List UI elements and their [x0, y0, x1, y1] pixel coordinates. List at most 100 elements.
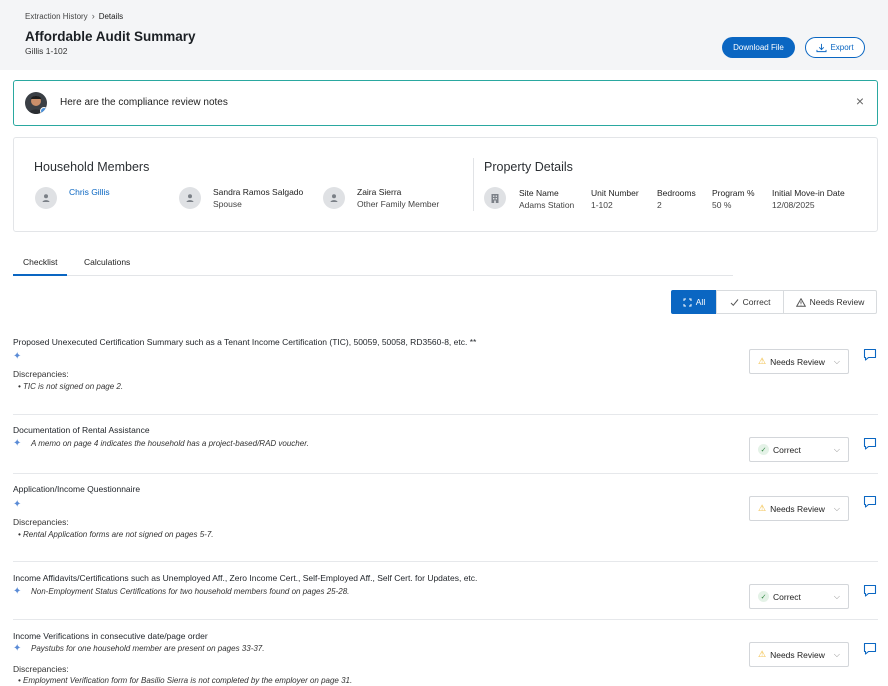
item-divider: [13, 619, 878, 620]
member-name: Sandra Ramos Salgado: [213, 187, 304, 197]
discrepancies-label: Discrepancies:: [13, 517, 69, 527]
warning-icon: ⚠: [758, 503, 767, 513]
member-role: Spouse: [213, 199, 242, 209]
comment-icon[interactable]: [863, 495, 877, 509]
comment-icon[interactable]: [863, 348, 877, 362]
checklist-item-title: Application/Income Questionnaire: [13, 484, 141, 494]
filter-needs-review-button[interactable]: Needs Review: [783, 290, 877, 314]
checklist-item-title: Income Verifications in consecutive date…: [13, 631, 208, 641]
status-dropdown[interactable]: ⚠ Needs Review ⌵: [749, 496, 849, 521]
property-label: Site Name: [519, 188, 559, 198]
page-header: Extraction History › Details Affordable …: [0, 0, 888, 70]
status-dropdown[interactable]: ⚠ Needs Review ⌵: [749, 349, 849, 374]
filter-correct-button[interactable]: Correct: [716, 290, 784, 314]
checklist-item: Income Affidavits/Certifications such as…: [13, 573, 878, 613]
ai-sparkle-icon: ✦: [13, 438, 22, 449]
warning-icon: ⚠: [758, 649, 767, 659]
discrepancy-item: • Employment Verification form for Basil…: [18, 676, 353, 685]
property-field: Site Name Adams Station: [519, 187, 574, 211]
tab-calculations[interactable]: Calculations: [74, 257, 140, 276]
member-name: Zaira Sierra: [357, 187, 402, 197]
property-value: Adams Station: [519, 200, 575, 210]
person-icon: [179, 187, 201, 209]
chevron-down-icon: ⌵: [833, 504, 840, 513]
ai-note: A memo on page 4 indicates the household…: [31, 439, 309, 448]
tab-checklist[interactable]: Checklist: [13, 257, 68, 276]
property-details-title: Property Details: [484, 160, 573, 174]
household-property-card: Household Members Chris Gillis Sandra Ra…: [13, 137, 878, 232]
discrepancy-item: • TIC is not signed on page 2.: [18, 382, 124, 391]
filter-correct-label: Correct: [742, 297, 771, 307]
member-name-link[interactable]: Chris Gillis: [69, 187, 110, 198]
breadcrumb-separator: ›: [91, 11, 95, 21]
checklist-item-title: Proposed Unexecuted Certification Summar…: [13, 337, 477, 347]
breadcrumb-parent-link[interactable]: Extraction History: [25, 12, 88, 21]
expand-icon: [683, 298, 692, 306]
chevron-down-icon: ⌵: [833, 357, 840, 366]
status-value: Needs Review: [770, 649, 825, 660]
comment-icon[interactable]: [863, 642, 877, 656]
checklist-item-title: Income Affidavits/Certifications such as…: [13, 573, 478, 583]
property-label: Program %: [712, 188, 755, 198]
household-members-title: Household Members: [34, 160, 150, 174]
status-dropdown[interactable]: ✓ Correct ⌵: [749, 437, 849, 462]
filter-all-button[interactable]: All: [671, 290, 717, 314]
filter-needs-review-label: Needs Review: [809, 297, 865, 307]
ai-sparkle-icon: ✦: [13, 586, 22, 597]
discrepancies-label: Discrepancies:: [13, 664, 69, 674]
checklist-item: Application/Income Questionnaire ✦ Discr…: [13, 484, 878, 554]
tab-bar: Checklist Calculations: [13, 253, 733, 276]
item-divider: [13, 414, 878, 415]
property-value: 1-102: [591, 200, 613, 210]
status-dropdown[interactable]: ⚠ Needs Review ⌵: [749, 642, 849, 667]
check-circle-icon: ✓: [758, 444, 769, 455]
status-value: Correct: [773, 444, 801, 455]
property-value: 50 %: [712, 200, 732, 210]
property-field: Unit Number 1-102: [591, 187, 639, 211]
breadcrumb: Extraction History › Details: [25, 11, 123, 21]
checklist-item: Proposed Unexecuted Certification Summar…: [13, 337, 878, 407]
property-value: 2: [657, 200, 662, 210]
page-subtitle: Gillis 1-102: [25, 46, 68, 56]
checklist-item-title: Documentation of Rental Assistance: [13, 425, 150, 435]
close-icon[interactable]: ×: [856, 94, 864, 108]
property-label: Initial Move-in Date: [772, 188, 845, 198]
filter-all-label: All: [695, 297, 706, 307]
check-circle-icon: ✓: [758, 591, 769, 602]
warning-icon: [795, 297, 806, 307]
warning-icon: ⚠: [758, 356, 767, 366]
discrepancy-item: • Rental Application forms are not signe…: [18, 530, 214, 539]
comment-icon[interactable]: [863, 584, 877, 598]
download-icon: [816, 43, 827, 52]
property-label: Bedrooms: [657, 188, 696, 198]
household-member: Zaira Sierra Other Family Member: [323, 187, 439, 210]
check-icon: [730, 298, 738, 306]
property-value: 12/08/2025: [772, 200, 815, 210]
export-button[interactable]: Export: [805, 37, 865, 58]
chevron-down-icon: ⌵: [833, 445, 840, 454]
breadcrumb-current: Details: [98, 11, 124, 21]
assistant-avatar: [25, 92, 47, 114]
member-role: Other Family Member: [357, 199, 440, 209]
ai-note: Paystubs for one household member are pr…: [31, 644, 265, 653]
ai-sparkle-icon: ✦: [13, 499, 22, 510]
comment-icon[interactable]: [863, 437, 877, 451]
item-divider: [13, 473, 878, 474]
section-divider: [473, 158, 474, 211]
status-value: Needs Review: [770, 503, 825, 514]
ai-sparkle-icon: ✦: [13, 351, 22, 362]
export-button-label: Export: [830, 43, 854, 52]
chevron-down-icon: ⌵: [833, 592, 840, 601]
status-dropdown[interactable]: ✓ Correct ⌵: [749, 584, 849, 609]
checklist-item: Income Verifications in consecutive date…: [13, 631, 878, 686]
download-file-button[interactable]: Download File: [722, 37, 795, 58]
notes-banner-text: Here are the compliance review notes: [60, 97, 228, 108]
page-title: Affordable Audit Summary: [25, 29, 196, 44]
ai-note: Non-Employment Status Certifications for…: [31, 587, 350, 596]
person-icon: [323, 187, 345, 209]
building-icon: [484, 187, 506, 209]
property-label: Unit Number: [591, 188, 639, 198]
checklist-item: Documentation of Rental Assistance ✦ A m…: [13, 425, 878, 465]
property-field: Initial Move-in Date 12/08/2025: [772, 187, 845, 211]
compliance-notes-banner[interactable]: Here are the compliance review notes ×: [13, 80, 878, 126]
